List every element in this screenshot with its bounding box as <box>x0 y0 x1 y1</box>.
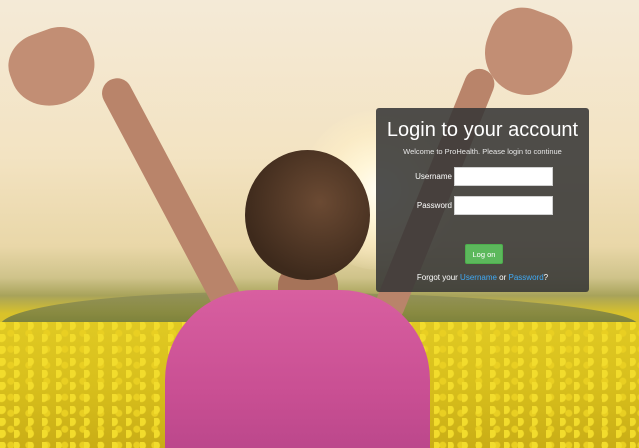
left-hand <box>0 17 106 118</box>
username-row: Username <box>376 167 589 188</box>
password-label: Password <box>416 201 452 210</box>
forgot-credentials: Forgot your Username or Password? <box>376 273 589 282</box>
forgot-suffix: ? <box>543 273 549 282</box>
forgot-prefix: Forgot your <box>416 273 461 282</box>
password-input[interactable] <box>454 196 553 215</box>
person-shirt <box>165 290 430 448</box>
username-input[interactable] <box>454 167 553 186</box>
forgot-username-link[interactable]: Username <box>460 273 497 282</box>
forgot-password-link[interactable]: Password <box>509 273 544 282</box>
username-label: Username <box>415 172 452 181</box>
forgot-or: or <box>496 273 509 282</box>
login-panel: Login to your account Welcome to ProHeal… <box>376 108 589 292</box>
person-hair <box>245 150 370 280</box>
left-arm <box>96 72 246 317</box>
welcome-message: Welcome to ProHealth. Please login to co… <box>403 147 562 156</box>
log-on-button[interactable]: Log on <box>465 244 503 264</box>
login-page: Login to your account Welcome to ProHeal… <box>0 0 639 448</box>
login-title: Login to your account <box>386 119 579 141</box>
password-row: Password <box>376 196 589 217</box>
